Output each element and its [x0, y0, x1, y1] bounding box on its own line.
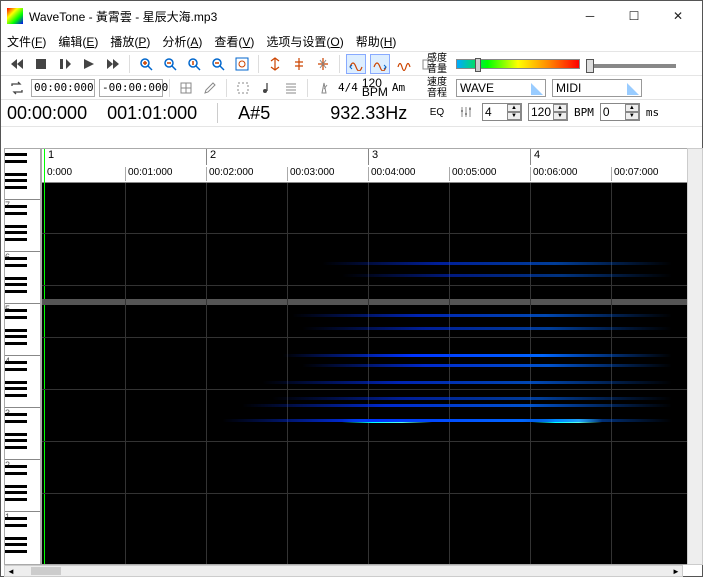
tempo-field[interactable]: 120▲▼ [528, 103, 568, 121]
time-marker: 00:07:000 [611, 167, 659, 181]
time-marker: 00:03:000 [287, 167, 335, 181]
stop-button[interactable] [31, 54, 51, 74]
zoom-out-v-icon[interactable] [208, 54, 228, 74]
bar-marker: 1 [44, 149, 54, 165]
app-icon [7, 8, 23, 24]
menu-help[interactable]: 帮助(H) [356, 33, 397, 50]
play-button[interactable] [79, 54, 99, 74]
time-marker: 00:04:000 [368, 167, 416, 181]
right-controls: 感度 音量 速度 音程 WAVE MIDI EQ 4▲▼ 120▲▼ BPM 0… [424, 52, 696, 124]
speed-label: 速度 [424, 77, 450, 88]
freq-readout: 932.33Hz [330, 103, 407, 124]
offset-field[interactable]: 0▲▼ [600, 103, 640, 121]
staff-icon[interactable] [281, 78, 301, 98]
bar-marker: 2 [206, 149, 216, 165]
time-position: 00:00:000 [7, 103, 87, 124]
midi-mode-box[interactable]: MIDI [552, 79, 642, 97]
time-end-field[interactable]: -00:00:000 [99, 79, 163, 97]
menu-edit[interactable]: 编辑(E) [58, 33, 98, 50]
beats-field[interactable]: 4▲▼ [482, 103, 522, 121]
loop-icon[interactable] [7, 78, 27, 98]
note-select-icon[interactable] [233, 78, 253, 98]
rewind-button[interactable] [7, 54, 27, 74]
time-marker: 00:02:000 [206, 167, 254, 181]
pencil-icon[interactable] [200, 78, 220, 98]
main-view: 7 6 5 4 3 2 1 1 2 3 4 0:000 00:01:000 00… [4, 148, 699, 565]
playhead[interactable] [44, 149, 45, 564]
time-marker: 00:05:000 [449, 167, 497, 181]
time-marker: 00:06:000 [530, 167, 578, 181]
bar-marker: 4 [530, 149, 540, 165]
time-start-field[interactable]: 00:00:000 [31, 79, 95, 97]
sensitivity-label: 感度 [424, 53, 450, 64]
sensitivity-slider[interactable] [456, 59, 580, 69]
volume-slider[interactable] [586, 64, 676, 68]
zoom-fit-icon[interactable] [232, 54, 252, 74]
spectrogram[interactable]: 1 2 3 4 0:000 00:01:000 00:02:000 00:03:… [41, 148, 699, 565]
maximize-button[interactable]: ☐ [612, 2, 656, 30]
bar-position: 001:01:000 [107, 103, 197, 124]
bar-marker: 3 [368, 149, 378, 165]
marker-b-icon[interactable] [289, 54, 309, 74]
menu-options[interactable]: 选项与设置(O) [266, 33, 343, 50]
timesig-label[interactable]: 4/4 [338, 81, 358, 94]
marker-a-icon[interactable] [265, 54, 285, 74]
wave-mode-box[interactable]: WAVE [456, 79, 546, 97]
zoom-out-icon[interactable] [160, 54, 180, 74]
close-button[interactable]: ✕ [656, 2, 700, 30]
zoom-in-icon[interactable] [136, 54, 156, 74]
metronome-icon[interactable] [314, 78, 334, 98]
note-icon[interactable] [257, 78, 277, 98]
note-readout: A#5 [238, 103, 270, 124]
bpm-display[interactable]: 120BPM [362, 79, 388, 97]
zoom-in-v-icon[interactable] [184, 54, 204, 74]
volume-label: 音量 [424, 64, 450, 75]
titlebar: WaveTone - 黃霄雲 - 星辰大海.mp3 ─ ☐ ✕ [1, 1, 702, 31]
center-line [42, 299, 698, 305]
spectrum-left-icon[interactable] [346, 54, 366, 74]
horizontal-scrollbar[interactable]: ◄► [4, 565, 683, 577]
menu-view[interactable]: 查看(V) [214, 33, 254, 50]
grid-icon[interactable] [176, 78, 196, 98]
eq-icon[interactable] [456, 102, 476, 122]
pause-button[interactable] [55, 54, 75, 74]
menu-analyze[interactable]: 分析(A) [162, 33, 202, 50]
time-marker: 00:01:000 [125, 167, 173, 181]
ms-label: ms [646, 106, 659, 119]
cut-icon[interactable] [313, 54, 333, 74]
menu-play[interactable]: 播放(P) [110, 33, 150, 50]
key-label[interactable]: Am [392, 81, 405, 94]
pitch-label: 音程 [424, 88, 450, 99]
window-title: WaveTone - 黃霄雲 - 星辰大海.mp3 [29, 8, 568, 25]
eq-label: EQ [424, 107, 450, 118]
time-ruler[interactable]: 1 2 3 4 0:000 00:01:000 00:02:000 00:03:… [42, 149, 698, 183]
piano-ruler[interactable]: 7 6 5 4 3 2 1 [4, 148, 41, 565]
time-marker: 0:000 [44, 167, 72, 181]
menu-file[interactable]: 文件(F) [7, 33, 46, 50]
spectrum-both-icon[interactable] [394, 54, 414, 74]
minimize-button[interactable]: ─ [568, 2, 612, 30]
vertical-scrollbar[interactable] [687, 148, 703, 565]
menubar: 文件(F) 编辑(E) 播放(P) 分析(A) 查看(V) 选项与设置(O) 帮… [1, 31, 702, 51]
fast-forward-button[interactable] [103, 54, 123, 74]
bpm-label: BPM [574, 106, 594, 119]
spectrum-right-icon[interactable] [370, 54, 390, 74]
